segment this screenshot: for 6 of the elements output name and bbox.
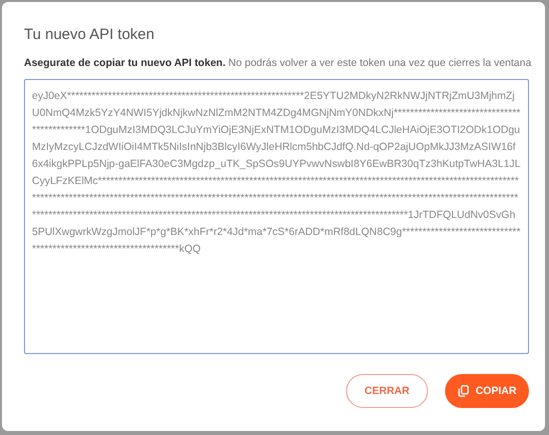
copy-icon [458,385,469,397]
token-field[interactable]: eyJ0eX**********************************************************2E5YTU2MDkyN2RkNWJjNTRjZmU3MjhmZjU0NmQ4Mzk5YzY4NWI5YjdkNjkwNzNlZmM2NTM4ZDg4MGNjNmY0NDkxNj********************************************1ODguMzI3MDQ3LCJuYmYiOjE3NjExNTM1ODguMzI3MDQ4LCJleHAiOjE3OTI2ODk1ODguMzIyMzcyLCJzdWIiOiI4MTk5NiIsInNjb3BlcyI6WyJleHRlcm5hbCJdfQ.Nd-qOP2ajUOpMkJJ3MzASIW16f6x4ikgkPPLp5Njp-gaElFA30eC3Mgdzp_uTK_SpSOs9UYPvwvNswbI8Y6EwBR30qTz3hKutpTwHA3L1JLCyyLFzKElMc**************************************************************************************************************************************************************************************************************************************************************************************************************************1JrTDFQLUdNv0SvGh5PUlXwgwrkWzgJmolJF*p*g*BK*xhFr*r2*4Jd*ma*7cS*6rADD*mRf8dLQN8C9g*****************************************************************kQQ [24,79,529,354]
copy-button[interactable]: COPIAR [445,374,529,408]
dialog-message: Asegurate de copiar tu nuevo API token. No podrás volver a ver este token una vez que cierres la ventana [24,57,531,69]
dialog-title: Tu nuevo API token [24,26,156,43]
close-button[interactable]: CERRAR [346,374,428,408]
